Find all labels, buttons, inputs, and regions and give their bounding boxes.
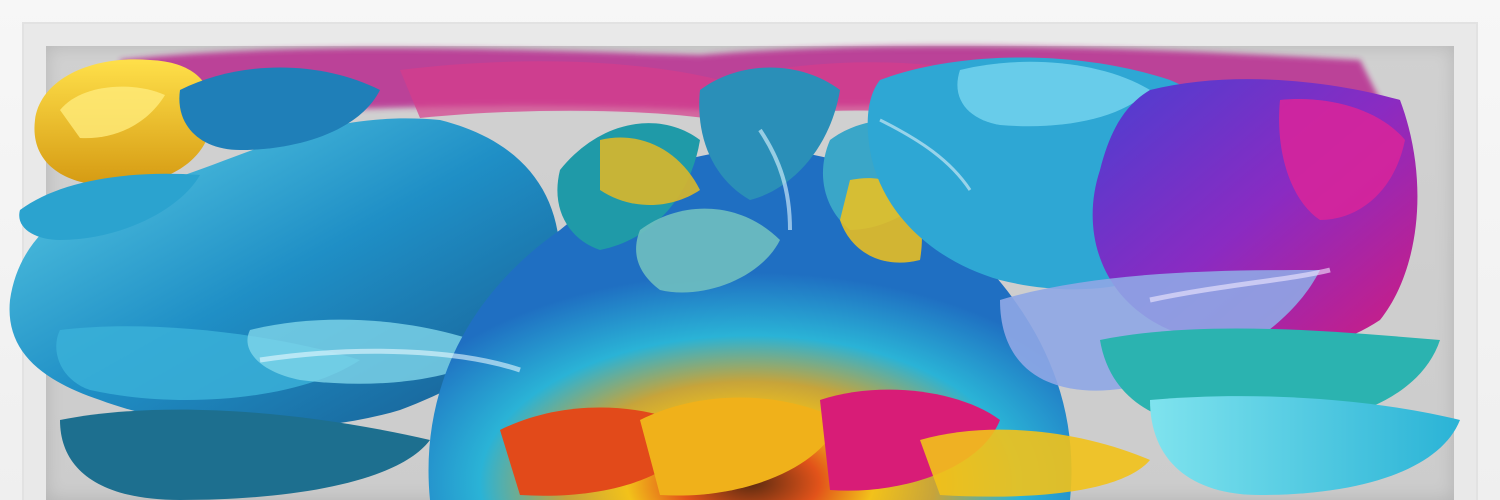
shadow-box-frame: [0, 0, 1500, 500]
paint-explosion-artwork: [9, 45, 1460, 500]
